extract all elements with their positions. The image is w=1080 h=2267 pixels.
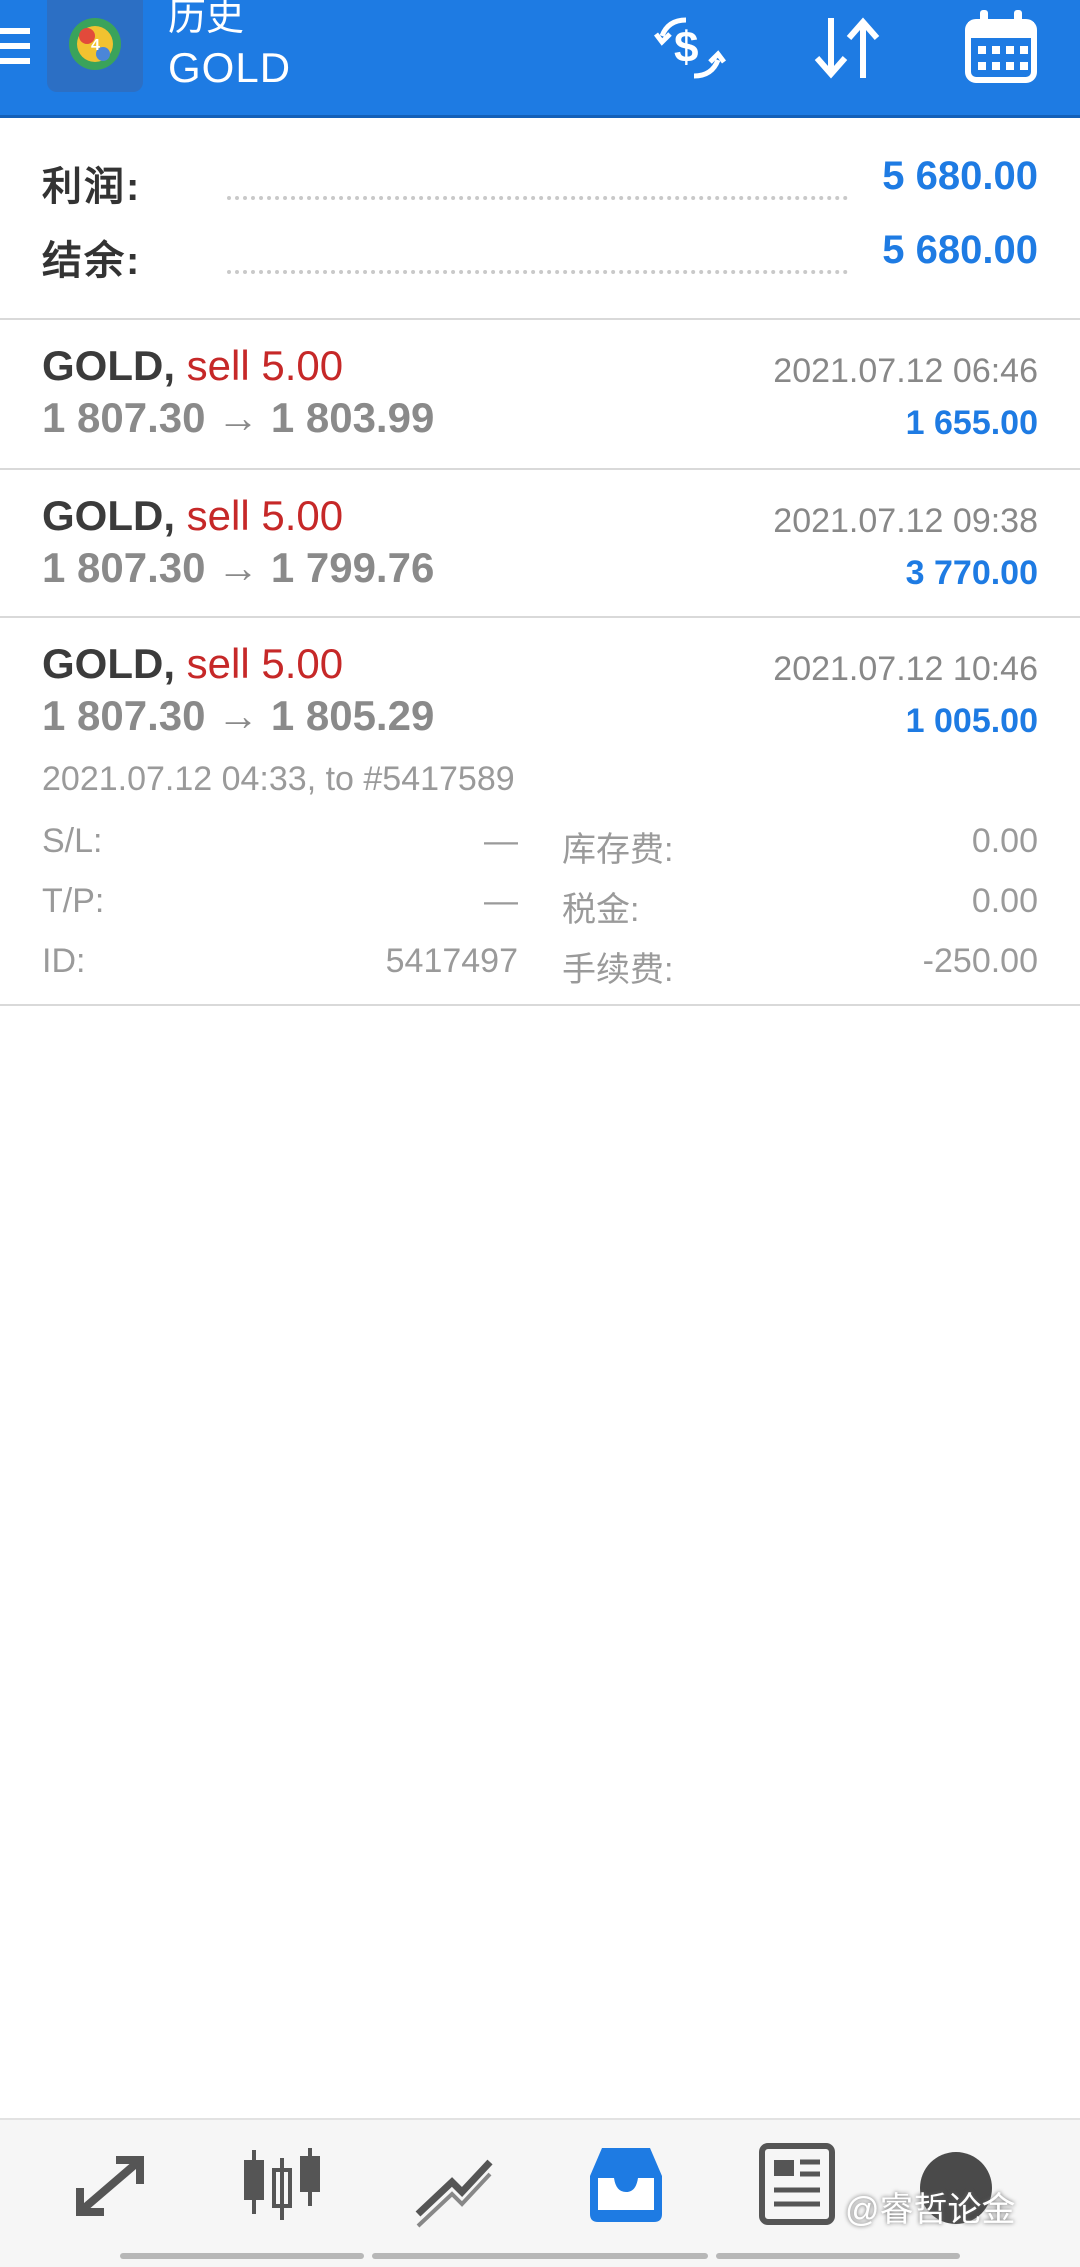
sort-icon[interactable]: [805, 6, 889, 90]
tax-value: 0.00: [971, 882, 1038, 920]
dotted-leader: [227, 196, 848, 200]
id-value: 5417497: [385, 942, 518, 980]
tax-label: 税金:: [562, 891, 640, 929]
profit-row: 利润: 5 680.00: [42, 154, 1038, 224]
trade-side: sell 5.00: [186, 342, 344, 389]
balance-value: 5 680.00: [882, 228, 1038, 272]
trade-row[interactable]: GOLD, sell 5.00 1 807.30 → 1 803.99 2021…: [0, 320, 1080, 468]
chart-candles-icon[interactable]: [232, 2140, 332, 2230]
trade-prices: 1 807.30 → 1 799.76: [42, 544, 435, 591]
menu-icon[interactable]: [0, 28, 30, 72]
trade-prices: 1 807.30 → 1 805.29: [42, 692, 435, 739]
profit-value: 5 680.00: [882, 154, 1038, 198]
nav-indicator: [372, 2253, 708, 2259]
trade-prices: 1 807.30 → 1 803.99: [42, 394, 435, 441]
trade-symbol: GOLD, sell 5.00: [42, 492, 343, 540]
divider: [0, 1004, 1080, 1006]
trade-symbol: GOLD, sell 5.00: [42, 640, 343, 688]
symbol-subtitle: GOLD: [168, 44, 292, 91]
summary-panel: 利润: 5 680.00 结余: 5 680.00: [0, 118, 1080, 318]
commission-label: 手续费:: [562, 951, 674, 989]
profit-label: 利润:: [42, 165, 142, 209]
trade-profit: 1 005.00: [905, 702, 1038, 740]
sl-value: —: [484, 822, 518, 860]
detail-row-sl: S/L: — 库存费: 0.00: [42, 822, 1038, 872]
watermark-text: @睿哲论金: [845, 2191, 1016, 2229]
swap-label: 库存费:: [562, 831, 674, 869]
balance-label: 结余:: [42, 239, 142, 283]
swap-value: 0.00: [971, 822, 1038, 860]
calendar-icon[interactable]: [960, 6, 1044, 90]
symbol-text: GOLD,: [42, 492, 175, 539]
trade-time: 2021.07.12 06:46: [773, 352, 1038, 390]
trade-time: 2021.07.12 10:46: [773, 650, 1038, 688]
history-icon[interactable]: [576, 2140, 676, 2230]
trade-icon[interactable]: [404, 2140, 504, 2230]
id-label: ID:: [42, 942, 86, 980]
svg-text:$: $: [674, 23, 698, 72]
trade-symbol: GOLD, sell 5.00: [42, 342, 343, 390]
trade-row[interactable]: GOLD, sell 5.00 1 807.30 → 1 799.76 2021…: [0, 470, 1080, 616]
nav-indicator: [716, 2253, 960, 2259]
trade-time: 2021.07.12 09:38: [773, 502, 1038, 540]
dotted-leader: [227, 270, 848, 274]
trade-side: sell 5.00: [186, 492, 344, 539]
trade-row-expanded[interactable]: GOLD, sell 5.00 1 807.30 → 1 805.29 2021…: [0, 618, 1080, 1004]
nav-indicator: [120, 2253, 364, 2259]
detail-row-tp: T/P: — 税金: 0.00: [42, 882, 1038, 932]
trade-side: sell 5.00: [186, 640, 344, 687]
quotes-icon[interactable]: [60, 2140, 160, 2230]
page-title: 历史: [168, 0, 245, 39]
open-info: 2021.07.12 04:33, to #5417589: [42, 760, 515, 798]
tp-label: T/P:: [42, 882, 105, 920]
news-icon[interactable]: [748, 2140, 848, 2230]
balance-row: 结余: 5 680.00: [42, 228, 1038, 298]
trade-profit: 3 770.00: [905, 554, 1038, 592]
symbol-text: GOLD,: [42, 342, 175, 389]
metatrader-logo-icon: 4: [47, 0, 143, 92]
currency-exchange-icon[interactable]: $: [648, 6, 732, 90]
app-bar: 4 历史 GOLD $: [0, 0, 1080, 118]
svg-text:4: 4: [91, 37, 100, 54]
detail-row-id: ID: 5417497 手续费: -250.00: [42, 942, 1038, 992]
commission-value: -250.00: [922, 942, 1038, 980]
tp-value: —: [484, 882, 518, 920]
trade-profit: 1 655.00: [905, 404, 1038, 442]
symbol-text: GOLD,: [42, 640, 175, 687]
sl-label: S/L:: [42, 822, 103, 860]
